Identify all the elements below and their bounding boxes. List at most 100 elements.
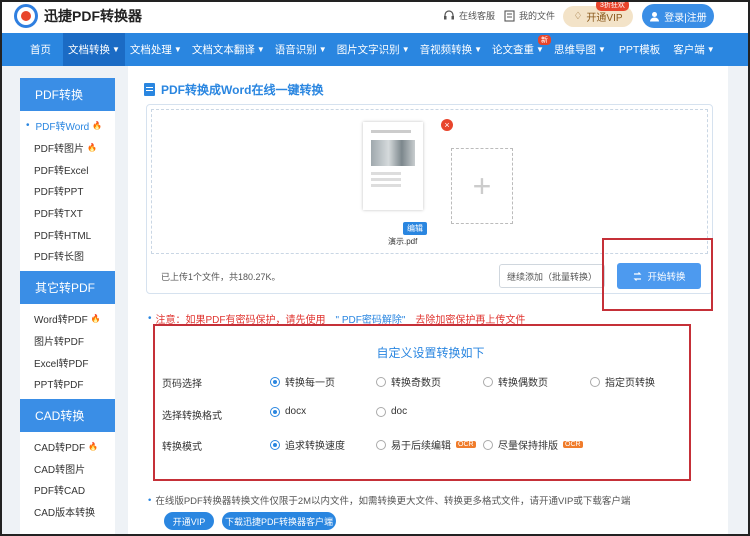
sidebar-item-pdf-to-excel[interactable]: PDF转Excel (20, 158, 115, 180)
thumbnail-text (371, 130, 411, 133)
login-register-label: 登录|注册 (664, 12, 707, 24)
size-limit-text: 在线版PDF转换器转换文件仅限于2M以内文件，如需转换更大文件、转换更多格式文件… (155, 496, 631, 507)
my-files-link[interactable]: 我的文件 (504, 9, 555, 22)
sidebar-item-cad-to-pdf[interactable]: CAD转PDF 🔥 (20, 436, 115, 458)
nav-label: 文档转换 (68, 44, 110, 56)
thumbnail-text (371, 172, 401, 175)
main-nav: 首页 文档转换 ▼ 文档处理 ▼ 文档文本翻译 ▼ 语音识别 ▼ 图片文字识别 ▼ 音视频… (0, 33, 750, 66)
hot-icon: 🔥 (90, 314, 101, 324)
sidebar-item-label: PDF转PPT (34, 187, 84, 199)
sidebar-item-label: PDF转HTML (34, 230, 92, 242)
caret-down-icon: ▼ (173, 45, 182, 54)
sidebar-item-label: PDF转图片 (34, 144, 84, 156)
nav-mindmap[interactable]: 思维导图 ▼ (549, 33, 611, 66)
sidebar-group-cad[interactable]: CAD转换 (20, 398, 115, 432)
caret-down-icon: ▼ (706, 45, 715, 54)
sidebar-item-pdf-to-txt[interactable]: PDF转TXT (20, 202, 115, 224)
nav-ppt-template[interactable]: PPT模板 (611, 33, 665, 66)
logo-icon (14, 4, 38, 28)
drop-zone[interactable]: × 编辑 演示.pdf + (151, 109, 708, 254)
sidebar-item-pdf-to-word[interactable]: PDF转Word🔥 (20, 115, 115, 137)
hot-icon: 🔥 (87, 143, 97, 153)
nav-speech[interactable]: 语音识别 ▼ (270, 33, 332, 66)
nav-ocr[interactable]: 图片文字识别 ▼ (332, 33, 415, 66)
online-service-link[interactable]: 在线客服 (443, 9, 495, 22)
nav-label: 文档文本翻译 (191, 44, 255, 56)
sidebar-item-image-to-pdf[interactable]: 图片转PDF (20, 330, 115, 352)
nav-home[interactable]: 首页 (0, 33, 63, 66)
plus-icon: + (472, 167, 492, 204)
bullet-icon: • (148, 313, 152, 324)
sidebar-item-excel-to-pdf[interactable]: Excel转PDF (20, 351, 115, 373)
thumbnail-image (371, 140, 415, 166)
caret-down-icon: ▼ (318, 45, 327, 54)
online-service-label: 在线客服 (459, 11, 496, 21)
nav-label: 图片文字识别 (336, 44, 400, 56)
nav-label: PPT模板 (618, 44, 661, 56)
document-icon (144, 83, 155, 96)
nav-label: 语音识别 (274, 44, 317, 56)
file-name: 演示.pdf (388, 237, 418, 246)
nav-av-convert[interactable]: 音视频转换 ▼ (415, 33, 487, 66)
open-vip-bottom-button[interactable]: 开通VIP (164, 512, 214, 530)
my-files-label: 我的文件 (519, 11, 556, 21)
highlight-settings (153, 324, 691, 481)
sidebar-item-word-to-pdf[interactable]: Word转PDF 🔥 (20, 308, 115, 330)
diamond-icon: ♢ (573, 11, 583, 22)
nav-label: 文档处理 (129, 44, 172, 56)
sidebar-item-label: PDF转长图 (34, 252, 84, 264)
page-title: PDF转换成Word在线一键转换 (144, 81, 323, 98)
caret-down-icon: ▼ (112, 45, 120, 54)
nav-label: 客户端 (673, 44, 705, 56)
sidebar-item-label: CAD版本转换 (34, 507, 96, 519)
nav-client[interactable]: 客户端 ▼ (665, 33, 719, 66)
sidebar: PDF转换 PDF转Word🔥 PDF转图片🔥 PDF转Excel PDF转PP… (20, 78, 115, 536)
sidebar-group-pdf-convert[interactable]: PDF转换 (20, 78, 115, 111)
hot-icon: 🔥 (88, 441, 99, 451)
login-register-button[interactable]: 登录|注册 (642, 4, 714, 28)
upload-summary: 已上传1个文件，共180.27K。 (161, 272, 281, 282)
nav-label: 首页 (30, 44, 51, 56)
sidebar-item-label: PDF转Excel (34, 165, 89, 177)
caret-down-icon: ▼ (256, 45, 265, 54)
file-icon (504, 9, 515, 22)
continue-add-button[interactable]: 继续添加（批量转换） (499, 264, 605, 288)
nav-plagiarism[interactable]: 论文查重 ▼ 新 (487, 33, 551, 66)
sidebar-item-ppt-to-pdf[interactable]: PPT转PDF (20, 373, 115, 395)
sidebar-item-pdf-to-long-image[interactable]: PDF转长图 (20, 245, 115, 267)
sidebar-item-pdf-to-cad[interactable]: PDF转CAD (20, 479, 115, 501)
vip-promo-badge: 3折狂欢 (596, 0, 629, 11)
download-client-button[interactable]: 下载迅捷PDF转换器客户端 (222, 512, 336, 530)
sidebar-item-label: PDF转Word (35, 122, 90, 134)
sidebar-item-label: 图片转PDF (34, 336, 84, 348)
sidebar-item-pdf-to-html[interactable]: PDF转HTML (20, 223, 115, 245)
logo-text: 迅捷PDF转换器 (44, 8, 142, 24)
nav-label: 音视频转换 (419, 44, 473, 56)
nav-label: 思维导图 (553, 44, 596, 56)
sidebar-item-label: Excel转PDF (34, 358, 89, 370)
edit-file-button[interactable]: 编辑 (403, 222, 427, 235)
caret-down-icon: ▼ (401, 45, 410, 54)
logo[interactable]: 迅捷PDF转换器 (14, 4, 142, 28)
size-limit-note: • 在线版PDF转换器转换文件仅限于2M以内文件，如需转换更大文件、转换更多格式… (148, 493, 631, 508)
sidebar-item-pdf-to-ppt[interactable]: PDF转PPT (20, 180, 115, 202)
sidebar-item-pdf-to-image[interactable]: PDF转图片 🔥 (20, 137, 115, 159)
caret-down-icon: ▼ (597, 45, 606, 54)
sidebar-group-to-pdf[interactable]: 其它转PDF (20, 270, 115, 304)
file-thumbnail[interactable] (363, 122, 423, 210)
sidebar-item-label: Word转PDF (34, 315, 88, 327)
sidebar-item-cad-version[interactable]: CAD版本转换 (20, 501, 115, 523)
sidebar-item-label: PDF转CAD (34, 486, 86, 498)
nav-doc-process[interactable]: 文档处理 ▼ (125, 33, 187, 66)
sidebar-item-label: PDF转TXT (34, 209, 83, 221)
remove-file-button[interactable]: × (441, 119, 453, 131)
sidebar-item-label: CAD转图片 (34, 464, 86, 476)
nav-doc-convert[interactable]: 文档转换 ▼ (63, 33, 125, 66)
sidebar-item-cad-to-image[interactable]: CAD转图片 (20, 457, 115, 479)
page-title-text: PDF转换成Word在线一键转换 (161, 83, 324, 97)
sidebar-item-label: PPT转PDF (34, 380, 84, 392)
nav-translate[interactable]: 文档文本翻译 ▼ (187, 33, 270, 66)
hot-icon: 🔥 (92, 121, 103, 131)
open-vip-label: 开通VIP (586, 13, 623, 24)
add-file-button[interactable]: + (451, 148, 513, 224)
